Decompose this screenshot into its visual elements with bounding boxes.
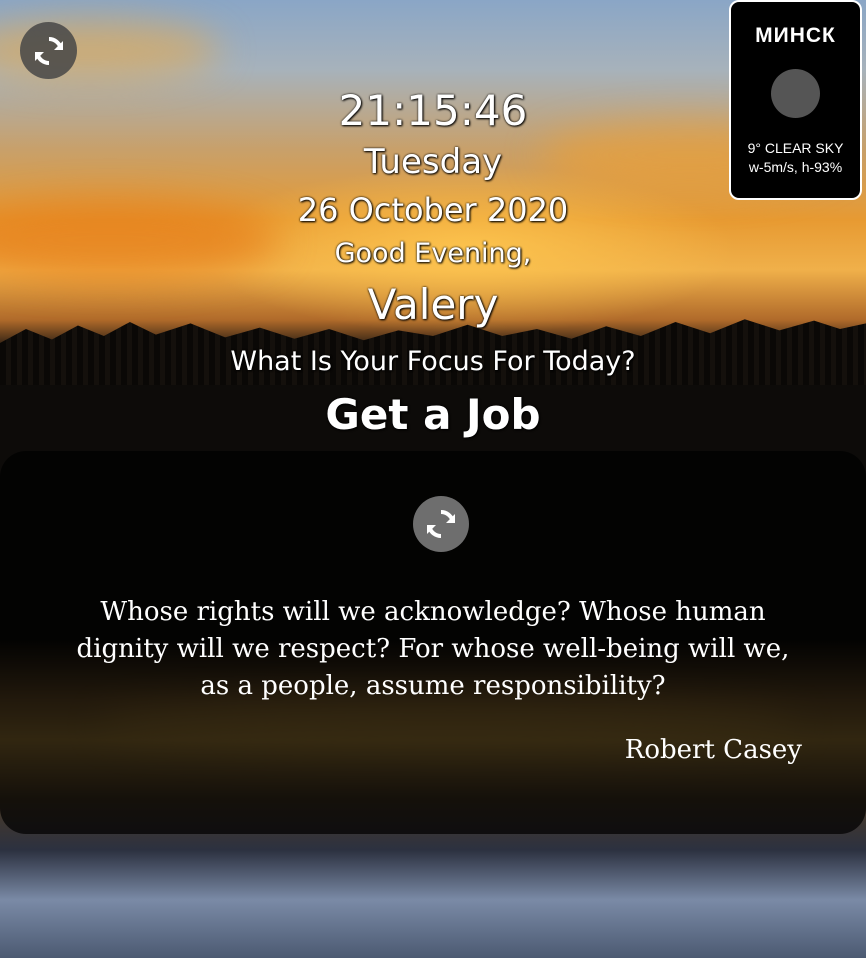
refresh-icon — [424, 507, 458, 541]
refresh-icon — [32, 34, 66, 68]
greeting-text: Good Evening, — [334, 238, 532, 269]
clock-date: 26 October 2020 — [297, 191, 569, 229]
quote-text: Whose rights will we acknowledge? Whose … — [76, 597, 790, 701]
quote-author: Robert Casey — [624, 735, 802, 765]
refresh-quote-button[interactable] — [413, 496, 469, 552]
clock-day: Tuesday — [363, 142, 503, 182]
user-name[interactable]: Valery — [0, 280, 866, 329]
refresh-background-button[interactable] — [20, 22, 77, 79]
focus-value[interactable]: Get a Job — [0, 390, 866, 439]
weather-city[interactable]: МИНСК — [731, 24, 860, 48]
clock-time: 21:15:46 — [338, 86, 528, 135]
focus-question: What Is Your Focus For Today? — [230, 346, 636, 377]
